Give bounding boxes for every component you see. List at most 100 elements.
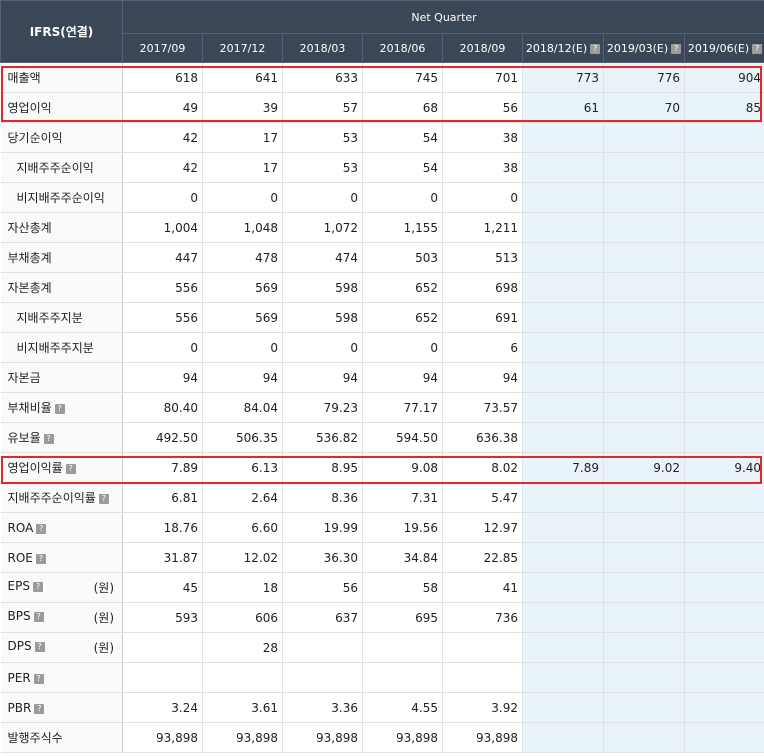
help-icon[interactable]: ? [36, 523, 47, 534]
value-cell: 42 [122, 152, 203, 183]
value-cell: 4.55 [362, 692, 443, 723]
value-cell [603, 242, 685, 273]
row-label: 영업이익률 [7, 461, 63, 475]
row-label: 유보율 [7, 431, 41, 445]
table-row: 유보율? 492.50 506.35 536.82 594.50 636.38 [0, 422, 764, 453]
value-cell: 56 [282, 572, 363, 603]
value-cell: 68 [362, 92, 443, 123]
value-cell [684, 692, 764, 723]
financial-table-panel: IFRS(연결) Net Quarter 2017/09 2017/12 2018/… [0, 0, 764, 756]
row-label-cell: 지배주주순이익률? [0, 482, 123, 513]
table-row: ROA? 18.76 6.60 19.99 19.56 12.97 [0, 512, 764, 543]
value-cell: 93,898 [442, 722, 523, 753]
help-icon[interactable]: ? [98, 494, 109, 504]
value-cell: 513 [442, 242, 523, 273]
value-cell: 0 [442, 182, 523, 213]
row-label-cell: 발행주식수 [0, 722, 123, 753]
row-label: 자본금 [7, 371, 41, 385]
value-cell: 0 [202, 182, 283, 213]
value-cell [522, 362, 604, 393]
value-cell: 94 [362, 362, 443, 393]
help-icon[interactable]: ? [54, 404, 65, 414]
help-icon[interactable]: ? [671, 43, 682, 54]
value-cell: 904 [684, 62, 764, 93]
value-cell: 0 [282, 332, 363, 363]
value-cell: 701 [442, 62, 523, 93]
help-icon[interactable]: ? [34, 642, 45, 652]
period-header-4: 2018/09 [442, 33, 523, 63]
value-cell: 698 [442, 272, 523, 303]
value-cell: 695 [362, 602, 443, 633]
value-cell: 73.57 [442, 392, 523, 423]
value-cell: 1,004 [122, 212, 203, 243]
unit-label: (원) [93, 641, 114, 655]
value-cell: 0 [282, 182, 363, 213]
row-label: EPS [7, 579, 30, 593]
value-cell [603, 272, 685, 303]
value-cell [603, 482, 685, 513]
value-cell: 34.84 [362, 542, 443, 573]
value-cell [603, 332, 685, 363]
value-cell: 745 [362, 62, 443, 93]
value-cell [684, 482, 764, 513]
help-icon[interactable]: ? [752, 43, 763, 54]
value-cell: 6 [442, 332, 523, 363]
value-cell: 94 [282, 362, 363, 393]
value-cell [202, 662, 283, 693]
help-icon[interactable]: ? [34, 703, 45, 714]
table-row: PER? [0, 662, 764, 693]
table-corner-header: IFRS(연결) [0, 0, 123, 63]
value-cell: 474 [282, 242, 363, 273]
value-cell [603, 692, 685, 723]
value-cell: 1,072 [282, 212, 363, 243]
help-icon[interactable]: ? [33, 612, 44, 622]
value-cell [442, 662, 523, 693]
value-cell: 641 [202, 62, 283, 93]
table-row: ROE? 31.87 12.02 36.30 34.84 22.85 [0, 542, 764, 573]
value-cell [522, 242, 604, 273]
help-icon[interactable]: ? [32, 582, 43, 592]
value-cell: 56 [442, 92, 523, 123]
value-cell: 17 [202, 152, 283, 183]
value-cell: 0 [122, 332, 203, 363]
row-label: 지배주주순이익률 [7, 491, 96, 505]
row-label: BPS [7, 609, 31, 623]
value-cell: 773 [522, 62, 604, 93]
value-cell: 70 [603, 92, 685, 123]
period-header-5: 2018/12(E)? [522, 33, 604, 63]
value-cell: 93,898 [202, 722, 283, 753]
value-cell: 84.04 [202, 392, 283, 423]
value-cell: 7.89 [522, 452, 604, 483]
value-cell: 77.17 [362, 392, 443, 423]
value-cell: 9.02 [603, 452, 685, 483]
row-label: 발행주식수 [7, 731, 63, 745]
help-icon[interactable]: ? [590, 43, 601, 54]
help-icon[interactable]: ? [43, 434, 54, 444]
value-cell [522, 332, 604, 363]
value-cell: 478 [202, 242, 283, 273]
value-cell: 776 [603, 62, 685, 93]
row-label: 부채총계 [7, 251, 52, 265]
row-label-cell: DPS? (원) [0, 632, 123, 663]
table-row: 지배주주순이익 42 17 53 54 38 [0, 152, 764, 183]
value-cell: 39 [202, 92, 283, 123]
value-cell [603, 182, 685, 213]
row-label: 자본총계 [7, 281, 52, 295]
table-row: 자본금 94 94 94 94 94 [0, 362, 764, 393]
value-cell [122, 632, 203, 663]
value-cell: 54 [362, 152, 443, 183]
table-row: 영업이익 49 39 57 68 56 61 70 85 [0, 92, 764, 123]
help-icon[interactable]: ? [65, 464, 76, 474]
row-label-cell: 영업이익 [0, 92, 123, 123]
value-cell [282, 662, 363, 693]
value-cell: 85 [684, 92, 764, 123]
value-cell [522, 392, 604, 423]
row-label-cell: 매출액 [0, 62, 123, 93]
table-row: 부채총계 447 478 474 503 513 [0, 242, 764, 273]
value-cell: 598 [282, 272, 363, 303]
value-cell [684, 122, 764, 153]
help-icon[interactable]: ? [35, 553, 46, 564]
value-cell: 618 [122, 62, 203, 93]
help-icon[interactable]: ? [33, 673, 44, 684]
row-label-cell: EPS? (원) [0, 572, 123, 603]
